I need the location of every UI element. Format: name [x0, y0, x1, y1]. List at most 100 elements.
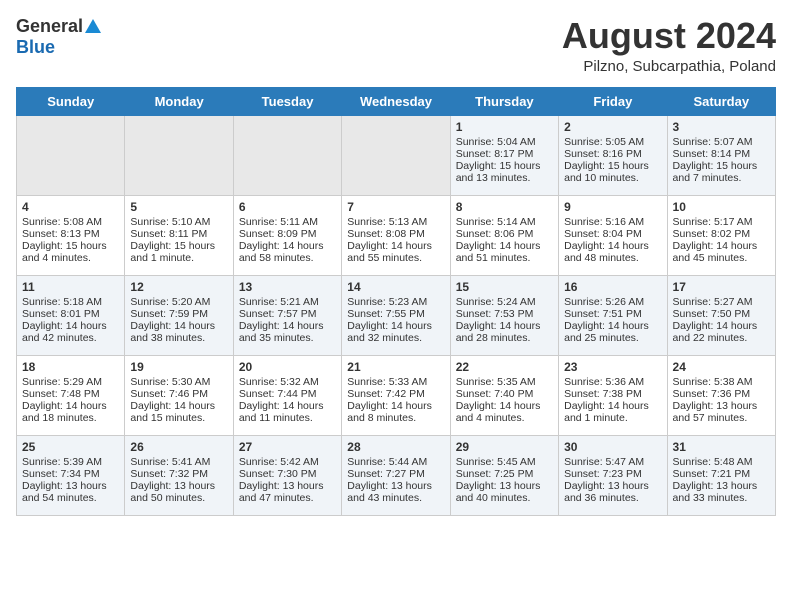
calendar-cell: 28Sunrise: 5:44 AMSunset: 7:27 PMDayligh… [342, 435, 450, 515]
cell-content-line: Daylight: 14 hours [456, 320, 553, 332]
logo-blue-text: Blue [16, 37, 55, 58]
day-number: 21 [347, 360, 444, 374]
calendar-week-row: 11 Sunrise: 5:18 AMSunset: 8:01 PM Dayligh… [17, 275, 776, 355]
cell-content-line: Daylight: 15 hours [130, 240, 227, 252]
calendar-cell: 18Sunrise: 5:29 AMSunset: 7:48 PMDayligh… [17, 355, 125, 435]
cell-content-line: Sunrise: 5:32 AM [239, 376, 336, 388]
location-subtitle: Pilzno, Subcarpathia, Poland [562, 58, 776, 75]
cell-content-line: and 58 minutes. [239, 252, 336, 264]
day-number: 20 [239, 360, 336, 374]
cell-content-line: Daylight: 14 hours [673, 320, 770, 332]
cell-content-line: Daylight: 14 hours [347, 320, 444, 332]
cell-content-line: Sunset: 8:17 PM [456, 148, 553, 160]
day-number: 10 [673, 200, 770, 214]
day-number: 23 [564, 360, 661, 374]
cell-content-line: Daylight: 14 hours [239, 240, 336, 252]
cell-content-line: Sunrise: 5:16 AM [564, 216, 661, 228]
month-year-title: August 2024 [562, 16, 776, 56]
day-number: 18 [22, 360, 119, 374]
cell-content-line: Sunrise: 5:18 AM [22, 296, 119, 308]
day-number: 19 [130, 360, 227, 374]
calendar-cell: 14Sunrise: 5:23 AMSunset: 7:55 PMDayligh… [342, 275, 450, 355]
cell-content-line: Sunrise: 5:05 AM [564, 136, 661, 148]
cell-content-line: Sunrise: 5:42 AM [239, 456, 336, 468]
cell-content-line: Daylight: 14 hours [130, 400, 227, 412]
cell-content-line: Daylight: 14 hours [564, 240, 661, 252]
cell-content-line: Sunrise: 5:27 AM [673, 296, 770, 308]
cell-content-line: Sunrise: 5:29 AM [22, 376, 119, 388]
cell-content-line: Sunrise: 5:33 AM [347, 376, 444, 388]
day-number: 11 [22, 280, 119, 294]
calendar-table: SundayMondayTuesdayWednesdayThursdayFrid… [16, 87, 776, 516]
cell-content-line: Sunset: 7:23 PM [564, 468, 661, 480]
calendar-cell: 22Sunrise: 5:35 AMSunset: 7:40 PMDayligh… [450, 355, 558, 435]
cell-content-line: Sunset: 7:30 PM [239, 468, 336, 480]
calendar-cell: 20Sunrise: 5:32 AMSunset: 7:44 PMDayligh… [233, 355, 341, 435]
cell-content-line: Sunrise: 5:36 AM [564, 376, 661, 388]
cell-content-line: Sunset: 7:27 PM [347, 468, 444, 480]
cell-content-line: and 48 minutes. [564, 252, 661, 264]
calendar-cell [125, 115, 233, 195]
calendar-cell: 1Sunrise: 5:04 AMSunset: 8:17 PMDaylight… [450, 115, 558, 195]
day-of-week-header: Wednesday [342, 87, 450, 115]
cell-content-line: Sunrise: 5:13 AM [347, 216, 444, 228]
page-header: General Blue August 2024 Pilzno, Subcarp… [16, 16, 776, 75]
day-of-week-header: Friday [559, 87, 667, 115]
cell-content-line: and 28 minutes. [456, 332, 553, 344]
cell-content-line: Sunset: 8:02 PM [673, 228, 770, 240]
calendar-cell: 13Sunrise: 5:21 AMSunset: 7:57 PMDayligh… [233, 275, 341, 355]
calendar-cell [342, 115, 450, 195]
cell-content-line: Sunset: 7:36 PM [673, 388, 770, 400]
calendar-week-row: 1Sunrise: 5:04 AMSunset: 8:17 PMDaylight… [17, 115, 776, 195]
calendar-cell: 26Sunrise: 5:41 AMSunset: 7:32 PMDayligh… [125, 435, 233, 515]
cell-content-line: and 15 minutes. [130, 412, 227, 424]
day-number: 12 [130, 280, 227, 294]
calendar-body: 1Sunrise: 5:04 AMSunset: 8:17 PMDaylight… [17, 115, 776, 515]
cell-content-line: Sunset: 7:51 PM [564, 308, 661, 320]
cell-content-line: Sunset: 8:01 PM [22, 308, 119, 320]
day-of-week-header: Monday [125, 87, 233, 115]
cell-content-line: Sunset: 7:48 PM [22, 388, 119, 400]
cell-content-line: and 1 minute. [564, 412, 661, 424]
cell-content-line: Sunrise: 5:17 AM [673, 216, 770, 228]
cell-content-line: Daylight: 13 hours [239, 480, 336, 492]
cell-content-line: Sunset: 7:46 PM [130, 388, 227, 400]
cell-content-line: Sunrise: 5:04 AM [456, 136, 553, 148]
cell-content-line: Sunset: 8:06 PM [456, 228, 553, 240]
cell-content-line: and 25 minutes. [564, 332, 661, 344]
day-number: 4 [22, 200, 119, 214]
cell-content-line: Sunrise: 5:20 AM [130, 296, 227, 308]
cell-content-line: Sunset: 7:57 PM [239, 308, 336, 320]
cell-content-line: and 7 minutes. [673, 172, 770, 184]
day-number: 25 [22, 440, 119, 454]
cell-content-line: Sunrise: 5:21 AM [239, 296, 336, 308]
day-number: 27 [239, 440, 336, 454]
logo: General Blue [16, 16, 101, 58]
cell-content-line: Sunrise: 5:10 AM [130, 216, 227, 228]
cell-content-line: and 11 minutes. [239, 412, 336, 424]
day-number: 13 [239, 280, 336, 294]
cell-content-line: Sunset: 7:53 PM [456, 308, 553, 320]
cell-content-line: Sunrise: 5:47 AM [564, 456, 661, 468]
calendar-cell: 23Sunrise: 5:36 AMSunset: 7:38 PMDayligh… [559, 355, 667, 435]
calendar-cell: 4Sunrise: 5:08 AMSunset: 8:13 PMDaylight… [17, 195, 125, 275]
calendar-cell [233, 115, 341, 195]
calendar-cell: 9Sunrise: 5:16 AMSunset: 8:04 PMDaylight… [559, 195, 667, 275]
cell-content-line: and 4 minutes. [456, 412, 553, 424]
cell-content-line: Sunset: 7:25 PM [456, 468, 553, 480]
cell-content-line: Sunrise: 5:14 AM [456, 216, 553, 228]
calendar-week-row: 4Sunrise: 5:08 AMSunset: 8:13 PMDaylight… [17, 195, 776, 275]
cell-content-line: and 57 minutes. [673, 412, 770, 424]
day-number: 14 [347, 280, 444, 294]
cell-content-line: Daylight: 13 hours [673, 480, 770, 492]
calendar-cell: 27 Sunrise: 5:42 AMSunset: 7:30 PMDayligh… [233, 435, 341, 515]
cell-content-line: Daylight: 13 hours [130, 480, 227, 492]
day-number: 2 [564, 120, 661, 134]
cell-content-line: Daylight: 14 hours [564, 320, 661, 332]
day-number: 28 [347, 440, 444, 454]
cell-content-line: and 38 minutes. [130, 332, 227, 344]
cell-content-line: Daylight: 14 hours [347, 240, 444, 252]
cell-content-line: Sunrise: 5:23 AM [347, 296, 444, 308]
cell-content-line: and 1 minute. [130, 252, 227, 264]
calendar-cell: 29Sunrise: 5:45 AMSunset: 7:25 PMDayligh… [450, 435, 558, 515]
